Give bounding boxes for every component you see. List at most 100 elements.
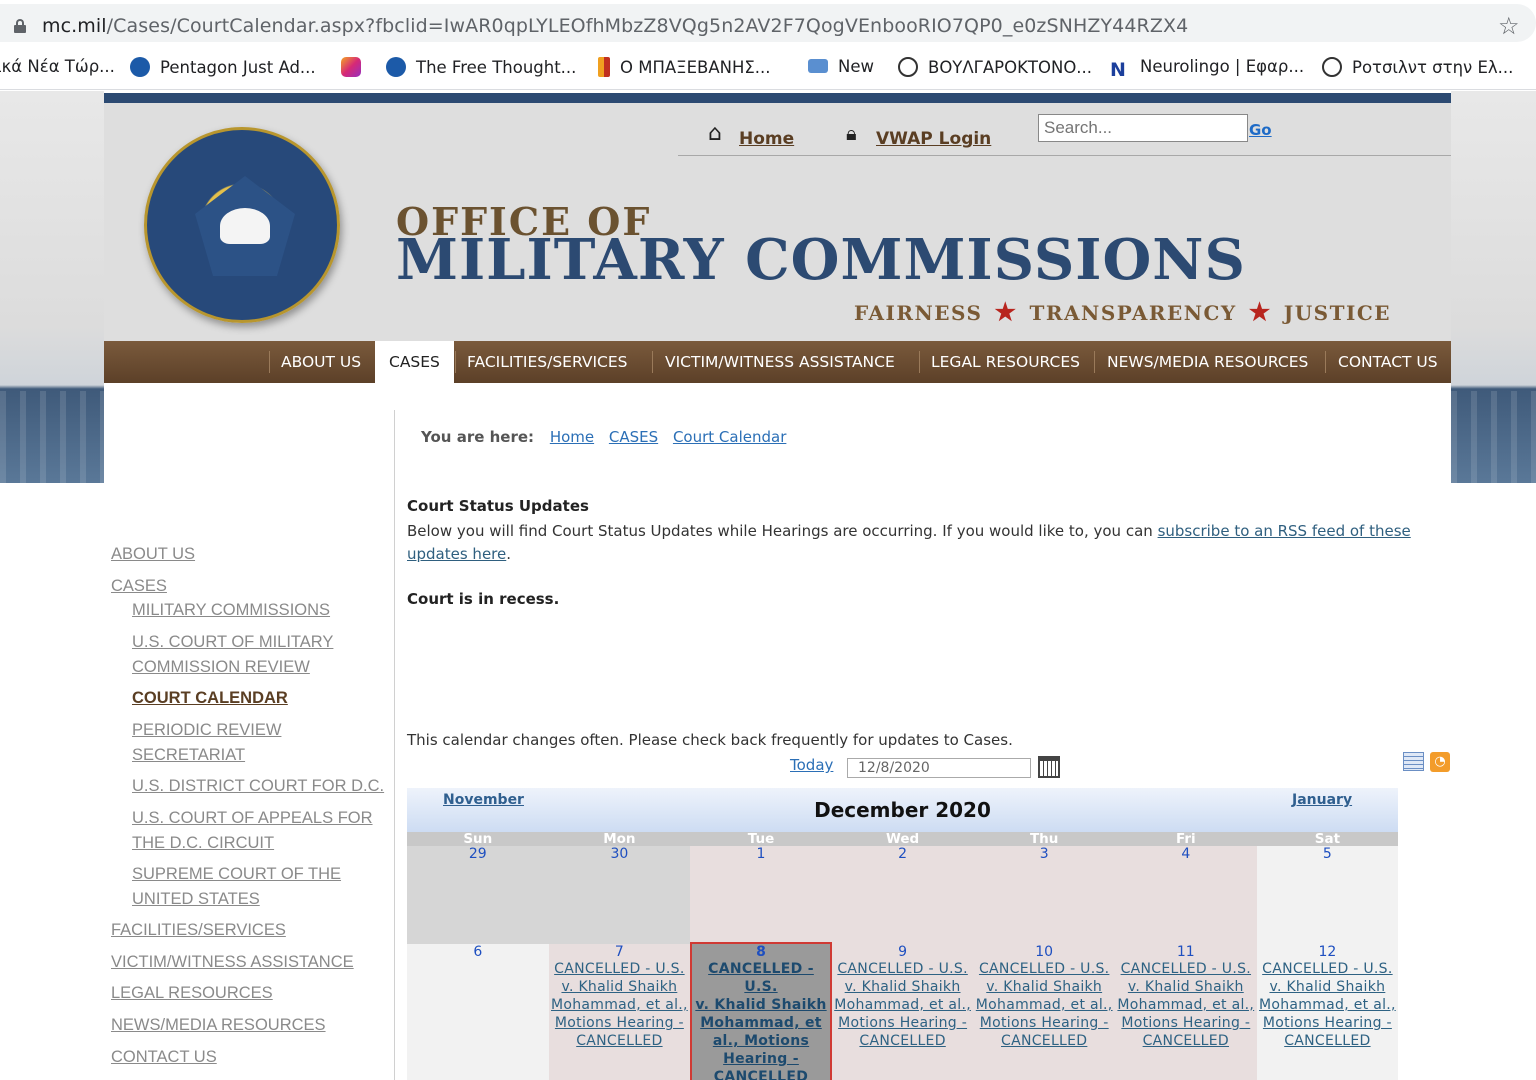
address-field[interactable]: mc.mil/Cases/CourtCalendar.aspx?fbclid=I… [0, 4, 1536, 42]
calendar-event-link[interactable]: Motions Hearing - [832, 1014, 974, 1032]
sidebar-item-about-us[interactable]: ABOUT US [111, 545, 195, 564]
nav-about-us[interactable]: ABOUT US [281, 341, 361, 383]
dod-seal-logo[interactable] [144, 127, 340, 323]
calendar-day-number[interactable]: 2 [832, 846, 974, 862]
breadcrumb-court-calendar[interactable]: Court Calendar [673, 428, 786, 446]
bookmark-item[interactable]: Ο ΜΠΑΞΕΒΑΝΗΣ... [598, 57, 771, 77]
calendar-event-link[interactable]: v. Khalid Shaikh [832, 978, 974, 996]
calendar-event-link[interactable]: Mohammad, et [692, 1014, 830, 1032]
sidebar-item-supreme-court[interactable]: SUPREME COURT OF THE [132, 865, 341, 884]
calendar-event-link[interactable]: CANCELLED [692, 1068, 830, 1080]
calendar-event-link[interactable]: Motions Hearing - [973, 1014, 1115, 1032]
nav-cases[interactable]: CASES [375, 341, 454, 383]
bookmark-item[interactable]: N Neurolingo | Εφαρ... [1110, 57, 1304, 80]
vwap-login-link[interactable]: VWAP Login [876, 129, 991, 149]
calendar-day-number[interactable]: 10 [973, 944, 1115, 960]
calendar-event-link[interactable]: CANCELLED - U.S. [973, 960, 1115, 978]
bookmark-item[interactable]: ικά Νέα Τώρ... [0, 57, 115, 76]
sidebar-item-court-of-appeals[interactable]: U.S. COURT OF APPEALS FOR [132, 809, 373, 828]
bookmark-item[interactable]: Pentagon Just Ad... [130, 57, 316, 77]
calendar-event-link[interactable]: v. Khalid Shaikh [973, 978, 1115, 996]
calendar-event-link[interactable]: Mohammad, et al., [549, 996, 691, 1014]
calendar-event-link[interactable]: CANCELLED - U.S. [549, 960, 691, 978]
calendar-event-link[interactable]: CANCELLED - U.S. [1257, 960, 1399, 978]
home-icon[interactable]: ⌂ [708, 121, 722, 146]
sidebar-item-military-commissions[interactable]: MILITARY COMMISSIONS [132, 601, 330, 620]
calendar-day-cell[interactable]: 8 CANCELLED - U.S. v. Khalid Shaikh Mohamma… [690, 942, 832, 1080]
calendar-event-link[interactable]: v. Khalid Shaikh [1257, 978, 1399, 996]
calendar-picker-icon[interactable] [1038, 756, 1060, 778]
calendar-event-link[interactable]: v. Khalid Shaikh [549, 978, 691, 996]
calendar-day-cell[interactable]: 9 CANCELLED - U.S. v. Khalid Shaikh Mohamma… [831, 944, 974, 1080]
calendar-day-number[interactable]: 12 [1257, 944, 1399, 960]
sidebar-item-periodic-review-line2[interactable]: SECRETARIAT [132, 746, 245, 765]
sidebar-item-news-media[interactable]: NEWS/MEDIA RESOURCES [111, 1016, 326, 1035]
calendar-day-cell[interactable]: 4 [1115, 846, 1257, 944]
sidebar-item-legal-resources[interactable]: LEGAL RESOURCES [111, 984, 273, 1003]
sidebar-item-victim-witness[interactable]: VICTIM/WITNESS ASSISTANCE [111, 953, 354, 972]
url-text[interactable]: mc.mil/Cases/CourtCalendar.aspx?fbclid=I… [42, 15, 1188, 37]
sidebar-item-periodic-review[interactable]: PERIODIC REVIEW [132, 721, 281, 740]
sidebar-item-district-court[interactable]: U.S. DISTRICT COURT FOR D.C. [132, 777, 384, 796]
calendar-event-link[interactable]: Motions Hearing - [1257, 1014, 1399, 1032]
nav-victim-witness[interactable]: VICTIM/WITNESS ASSISTANCE [665, 341, 895, 383]
list-view-icon[interactable] [1403, 752, 1424, 771]
sidebar-item-court-of-appeals-line2[interactable]: THE D.C. CIRCUIT [132, 834, 274, 853]
calendar-event-link[interactable]: Hearing - [692, 1050, 830, 1068]
calendar-event-link[interactable]: CANCELLED [832, 1032, 974, 1050]
calendar-event-link[interactable]: v. Khalid Shaikh [1115, 978, 1257, 996]
search-input[interactable] [1038, 114, 1248, 142]
calendar-event-link[interactable]: CANCELLED [1257, 1032, 1399, 1050]
home-link[interactable]: Home [739, 129, 794, 149]
calendar-day-number[interactable]: 8 [692, 944, 830, 960]
calendar-day-number[interactable]: 9 [832, 944, 974, 960]
calendar-event-link[interactable]: Mohammad, et al., [1115, 996, 1257, 1014]
rss-icon[interactable]: ◔ [1430, 752, 1450, 772]
calendar-day-number[interactable]: 1 [690, 846, 832, 862]
calendar-day-number[interactable]: 5 [1257, 846, 1399, 862]
calendar-event-link[interactable]: Mohammad, et al., [832, 996, 974, 1014]
nav-legal-resources[interactable]: LEGAL RESOURCES [931, 341, 1080, 383]
calendar-day-cell[interactable]: 7 CANCELLED - U.S. v. Khalid Shaikh Mohamma… [548, 944, 691, 1080]
calendar-event-link[interactable]: CANCELLED [973, 1032, 1115, 1050]
breadcrumb-cases[interactable]: CASES [609, 428, 658, 446]
sidebar-item-uscmcr-line2[interactable]: COMMISSION REVIEW [132, 658, 310, 677]
calendar-day-cell[interactable]: 30 [548, 846, 691, 944]
nav-facilities-services[interactable]: FACILITIES/SERVICES [467, 341, 628, 383]
calendar-event-link[interactable]: CANCELLED [1115, 1032, 1257, 1050]
calendar-day-cell[interactable]: 11 CANCELLED - U.S. v. Khalid Shaikh Mohamm… [1115, 944, 1257, 1080]
bookmark-item[interactable]: The Free Thought... [386, 57, 576, 77]
calendar-day-cell[interactable]: 12 CANCELLED - U.S. v. Khalid Shaikh Mohamm… [1256, 944, 1399, 1080]
sidebar-item-cases[interactable]: CASES [111, 577, 167, 596]
calendar-day-number[interactable]: 29 [407, 846, 549, 862]
calendar-day-number[interactable]: 11 [1115, 944, 1257, 960]
bookmark-item[interactable]: ΒΟΥΛΓΑΡΟΚΤΟΝΟ... [898, 57, 1092, 77]
calendar-event-link[interactable]: Motions Hearing - [549, 1014, 691, 1032]
bookmark-instagram[interactable] [341, 57, 371, 77]
sidebar-item-supreme-court-line2[interactable]: UNITED STATES [132, 890, 260, 909]
sidebar-item-contact-us[interactable]: CONTACT US [111, 1048, 217, 1067]
calendar-day-number[interactable]: 4 [1115, 846, 1257, 862]
nav-news-media[interactable]: NEWS/MEDIA RESOURCES [1107, 341, 1308, 383]
calendar-day-number[interactable]: 7 [549, 944, 691, 960]
today-link[interactable]: Today [790, 756, 833, 774]
calendar-day-number[interactable]: 30 [549, 846, 691, 862]
next-month-link[interactable]: January [1292, 792, 1352, 808]
calendar-event-link[interactable]: CANCELLED [549, 1032, 691, 1050]
calendar-day-cell[interactable]: 3 [973, 846, 1115, 944]
calendar-day-number[interactable]: 6 [407, 944, 549, 960]
calendar-day-cell[interactable]: 10 CANCELLED - U.S. v. Khalid Shaikh Mohamm… [973, 944, 1115, 1080]
calendar-day-cell[interactable]: 29 [407, 846, 549, 944]
calendar-event-link[interactable]: CANCELLED - U.S. [1115, 960, 1257, 978]
calendar-event-link[interactable]: v. Khalid Shaikh [692, 996, 830, 1014]
calendar-event-link[interactable]: Mohammad, et al., [973, 996, 1115, 1014]
calendar-event-link[interactable]: Mohammad, et al., [1257, 996, 1399, 1014]
sidebar-item-facilities[interactable]: FACILITIES/SERVICES [111, 921, 286, 940]
calendar-day-cell[interactable]: 5 [1256, 846, 1399, 944]
date-input[interactable]: 12/8/2020 [847, 758, 1031, 778]
calendar-day-number[interactable]: 3 [973, 846, 1115, 862]
sidebar-item-court-calendar[interactable]: COURT CALENDAR [132, 689, 288, 708]
calendar-day-cell[interactable]: 1 [690, 846, 832, 944]
calendar-day-cell[interactable]: 2 [831, 846, 974, 944]
calendar-event-link[interactable]: al., Motions [692, 1032, 830, 1050]
